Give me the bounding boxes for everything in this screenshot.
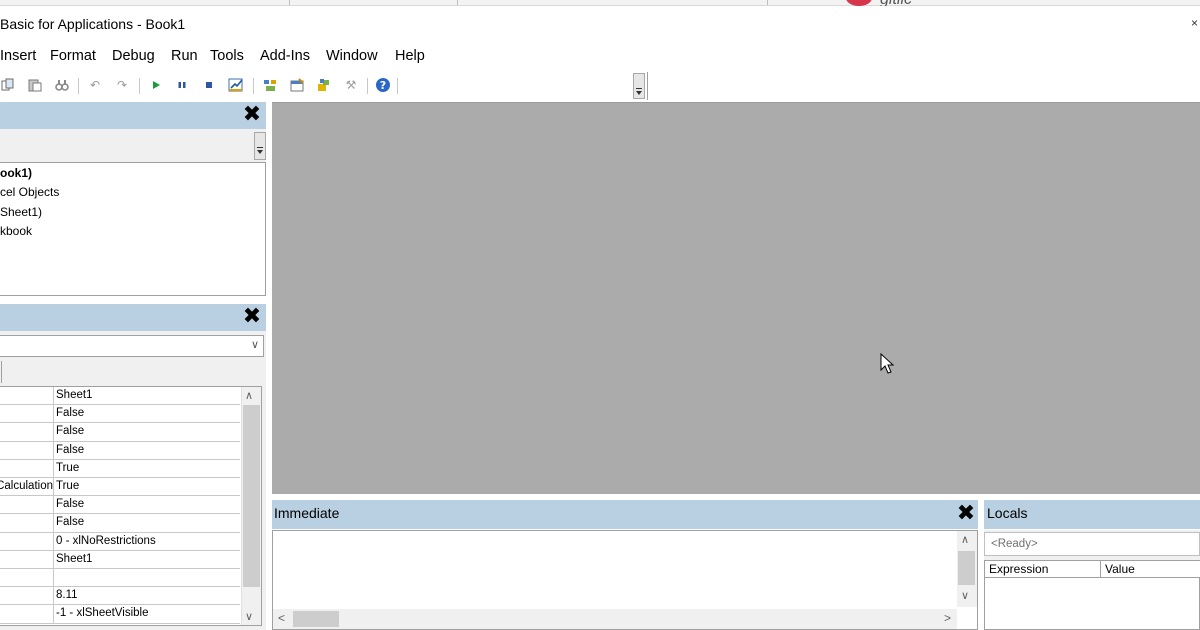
properties-pane-close-icon[interactable]: ✖ — [240, 305, 264, 329]
project-tree: ook1) cel Objects Sheet1) kbook — [0, 163, 266, 296]
pane-splitter[interactable] — [0, 296, 272, 304]
paste-icon[interactable] — [27, 77, 43, 93]
menu-add-ins[interactable]: Add-Ins — [260, 48, 310, 64]
immediate-horizontal-scrollbar[interactable]: < > — [273, 609, 957, 629]
project-pane-toolbar — [0, 129, 266, 163]
locals-column-expression[interactable]: Expression — [985, 561, 1101, 578]
chevron-down-icon[interactable]: ∨ — [251, 338, 259, 351]
menu-bar: Insert Format Debug Run Tools Add-Ins Wi… — [0, 44, 1200, 70]
standard-toolbar: ↶ ↷ ⚒ ? — [0, 71, 1200, 101]
tree-item-excel-objects[interactable]: cel Objects — [0, 185, 59, 199]
menu-debug[interactable]: Debug — [112, 48, 155, 64]
menu-format[interactable]: Format — [50, 48, 96, 64]
location-dropdown-icon[interactable] — [633, 73, 645, 99]
run-icon[interactable] — [148, 77, 164, 93]
location-combo[interactable] — [400, 72, 648, 100]
break-icon[interactable] — [174, 77, 190, 93]
table-row[interactable] — [0, 569, 240, 588]
window-close-button[interactable]: × — [1191, 16, 1198, 30]
background-window-tab — [458, 0, 768, 5]
immediate-close-icon[interactable]: ✖ — [954, 502, 978, 526]
table-row[interactable]: False — [0, 405, 240, 424]
scroll-up-icon[interactable]: ∧ — [961, 533, 969, 546]
table-row[interactable]: Calculation True — [0, 478, 240, 497]
code-window-area[interactable] — [272, 102, 1200, 494]
table-row[interactable]: False — [0, 423, 240, 442]
immediate-window-header: Immediate ✖ — [272, 500, 978, 529]
toolbar-separator — [367, 78, 368, 94]
object-select[interactable]: ∨ — [0, 335, 264, 357]
locals-status: <Ready> — [984, 532, 1200, 556]
properties-pane-header: ✖ — [0, 304, 266, 331]
help-icon[interactable]: ? — [375, 77, 391, 93]
immediate-window[interactable]: ∧ ∨ < > — [272, 530, 978, 630]
properties-icon[interactable] — [289, 77, 305, 93]
reset-icon[interactable] — [201, 77, 217, 93]
scrollbar-thumb[interactable] — [958, 551, 975, 585]
table-row[interactable]: Sheet1 — [0, 550, 240, 569]
table-row[interactable]: 0 - xlNoRestrictions — [0, 532, 240, 551]
title-bar: Basic for Applications - Book1 × — [0, 6, 1200, 42]
scrollbar-thumb[interactable] — [243, 405, 260, 587]
toolbox-icon[interactable]: ⚒ — [343, 77, 359, 93]
menu-help[interactable]: Help — [395, 48, 425, 64]
immediate-title: Immediate — [274, 505, 340, 521]
menu-tools[interactable]: Tools — [210, 48, 244, 64]
table-row[interactable]: -1 - xlSheetVisible — [0, 605, 240, 624]
toolbar-separator — [397, 78, 398, 94]
scroll-down-icon[interactable]: ∨ — [245, 610, 253, 623]
menu-insert[interactable]: Insert — [0, 48, 36, 64]
properties-tab[interactable] — [0, 361, 2, 383]
properties-scrollbar[interactable]: ∧ ∨ — [241, 387, 261, 625]
scroll-left-icon[interactable]: < — [278, 611, 285, 625]
svg-text:?: ? — [380, 79, 386, 92]
toolbar-separator — [139, 78, 140, 94]
locals-title: Locals — [987, 505, 1028, 521]
design-mode-icon[interactable] — [228, 77, 244, 93]
table-row[interactable]: False — [0, 496, 240, 515]
table-row[interactable]: Sheet1 — [0, 387, 240, 406]
undo-icon[interactable]: ↶ — [87, 77, 103, 93]
redo-icon[interactable]: ↷ — [114, 77, 130, 93]
immediate-vertical-scrollbar[interactable]: ∧ ∨ — [957, 531, 977, 607]
menu-window[interactable]: Window — [326, 48, 378, 64]
scroll-up-icon[interactable]: ∧ — [245, 389, 253, 402]
mouse-cursor-icon — [880, 353, 895, 374]
locals-grid[interactable]: Expression Value — [984, 560, 1200, 630]
toolbar-separator — [253, 78, 254, 94]
toolbar-separator — [78, 78, 79, 94]
scrollbar-thumb[interactable] — [293, 611, 339, 627]
menu-run[interactable]: Run — [171, 48, 198, 64]
locals-window-header: Locals — [984, 500, 1200, 529]
table-row[interactable]: True — [0, 459, 240, 478]
scroll-down-icon[interactable]: ∨ — [961, 589, 969, 602]
background-window-tab — [290, 0, 458, 5]
project-explorer-icon[interactable] — [262, 77, 278, 93]
locals-window: <Ready> Expression Value — [984, 530, 1200, 630]
properties-grid: Sheet1 False False False True Calculatio… — [0, 386, 262, 626]
object-browser-icon[interactable] — [316, 77, 332, 93]
window-title: Basic for Applications - Book1 — [0, 16, 186, 32]
table-row[interactable]: False — [0, 514, 240, 533]
locals-column-value[interactable]: Value — [1101, 561, 1200, 578]
copy-icon[interactable] — [0, 77, 16, 93]
background-window-tab — [140, 0, 290, 5]
project-pane-header: ✖ — [0, 102, 266, 129]
project-pane-close-icon[interactable]: ✖ — [240, 103, 264, 127]
table-row[interactable]: 8.11 — [0, 587, 240, 606]
table-row[interactable]: False — [0, 441, 240, 460]
properties-pane: ∨ Sheet1 False False False True Calculat… — [0, 331, 266, 630]
tree-item-sheet1[interactable]: Sheet1) — [0, 205, 42, 219]
tree-item-project[interactable]: ook1) — [0, 166, 32, 180]
tree-item-thisworkbook[interactable]: kbook — [0, 224, 32, 238]
project-pane-dropdown-icon[interactable] — [254, 132, 266, 160]
find-icon[interactable] — [54, 77, 70, 93]
scroll-right-icon[interactable]: > — [944, 611, 951, 625]
